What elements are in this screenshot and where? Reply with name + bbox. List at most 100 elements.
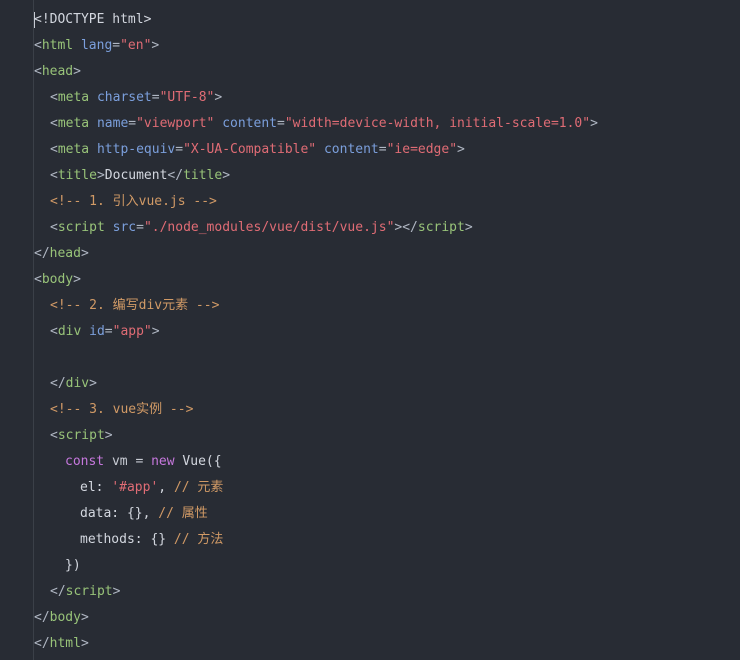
code-token-str: "width=device-width, initial-scale=1.0" <box>284 116 591 131</box>
code-token-comment: // 属性 <box>158 506 208 521</box>
code-token-punc: < <box>50 324 58 339</box>
code-token-punc: > <box>464 220 473 235</box>
code-line[interactable]: <!-- 1. 引入vue.js --> <box>0 189 740 215</box>
code-line[interactable]: </html> <box>0 631 740 657</box>
code-token-attr: id <box>89 324 105 339</box>
code-token-tag: title <box>183 168 223 183</box>
code-token-punc: = <box>136 220 144 235</box>
code-token-punc: > <box>214 90 223 105</box>
code-line[interactable]: const vm = new Vue({ <box>0 449 740 475</box>
code-token-str: "app" <box>112 324 152 339</box>
code-token-punc: > <box>104 428 113 443</box>
code-token-punc: </ <box>34 610 50 625</box>
code-token-attr: charset <box>96 90 152 105</box>
code-token-punc: < <box>50 142 58 157</box>
code-token-tag: div <box>65 376 90 391</box>
code-token-punc: = <box>104 324 113 339</box>
code-token-punc: = <box>175 142 184 157</box>
code-token-punc: < <box>50 428 58 443</box>
code-token-punc: = <box>112 38 121 53</box>
code-token-punc: > <box>151 38 160 53</box>
code-token-punc: = <box>277 116 285 131</box>
code-token-punc: < <box>50 116 58 131</box>
code-line[interactable]: <!-- 2. 编写div元素 --> <box>0 293 740 319</box>
code-token-punc: </ <box>50 584 66 599</box>
code-line[interactable]: </div> <box>0 371 740 397</box>
code-token-op: = <box>127 454 152 469</box>
code-editor[interactable]: <!DOCTYPE html> <html lang="en"> <head> <me… <box>0 0 740 660</box>
code-token-punc: > <box>222 168 231 183</box>
code-token-text: <!DOCTYPE html> <box>34 12 152 27</box>
code-line[interactable]: <title>Document</title> <box>0 163 740 189</box>
code-line[interactable] <box>0 345 740 371</box>
code-line[interactable]: methods: {} // 方法 <box>0 527 740 553</box>
code-line[interactable]: <html lang="en"> <box>0 33 740 59</box>
code-token-key: new <box>151 454 175 469</box>
code-token-punc: > <box>151 324 160 339</box>
code-token-punc: > <box>73 64 81 79</box>
code-line[interactable]: <!DOCTYPE html> <box>0 7 740 33</box>
code-token-key: const <box>65 454 105 469</box>
code-token-tag: head <box>49 246 81 261</box>
code-token-tag: meta <box>57 116 90 131</box>
code-token-punc: </ <box>167 168 184 183</box>
code-token-text: methods: {} <box>80 532 174 547</box>
code-token-str: "en" <box>120 38 152 53</box>
code-line[interactable]: <!-- 3. vue实例 --> <box>0 397 740 423</box>
code-line[interactable]: <body> <box>0 267 740 293</box>
code-token-comment: // 元素 <box>173 480 224 495</box>
code-token-text: Vue({ <box>182 454 222 469</box>
code-token-str: '#app' <box>111 480 159 495</box>
code-line[interactable]: el: '#app', // 元素 <box>0 475 740 501</box>
code-line[interactable]: <script src="./node_modules/vue/dist/vue… <box>0 215 740 241</box>
code-token-tag: body <box>41 272 74 287</box>
code-token-str: "ie=edge" <box>386 142 458 157</box>
code-token-tag: script <box>65 584 113 599</box>
code-token-tag: head <box>41 64 74 79</box>
code-line[interactable]: <meta charset="UTF-8"> <box>0 85 740 111</box>
code-line[interactable]: <div id="app"> <box>0 319 740 345</box>
code-token-tag: script <box>57 220 105 235</box>
code-token-tag: script <box>57 428 105 443</box>
code-line[interactable]: </head> <box>0 241 740 267</box>
code-token-punc: = <box>151 90 160 105</box>
code-token-punc: = <box>128 116 137 131</box>
code-token-punc: > <box>457 142 465 157</box>
code-line[interactable]: <meta name="viewport" content="width=dev… <box>0 111 740 137</box>
code-line[interactable]: }) <box>0 553 740 579</box>
code-token-punc: < <box>34 38 42 53</box>
code-token-comment: <!-- 1. 引入vue.js --> <box>50 194 217 209</box>
code-token-attr: name <box>96 116 129 131</box>
code-token-attr: src <box>112 220 137 235</box>
code-token-punc: </ <box>402 220 418 235</box>
code-token-comment: // 方法 <box>173 532 224 547</box>
code-token-punc: = <box>378 142 387 157</box>
code-token-tag: script <box>417 220 465 235</box>
code-token-punc: > <box>80 636 89 651</box>
code-token-str: "viewport" <box>136 116 215 131</box>
code-line[interactable]: data: {}, // 属性 <box>0 501 740 527</box>
code-line[interactable]: <script> <box>0 423 740 449</box>
code-token-comment: <!-- 2. 编写div元素 --> <box>50 298 220 313</box>
code-token-punc: > <box>80 246 89 261</box>
code-token-tag: html <box>49 636 81 651</box>
code-line[interactable]: </script> <box>0 579 740 605</box>
code-token-str: "X-UA-Compatible" <box>183 142 317 157</box>
code-token-punc: </ <box>34 636 50 651</box>
code-token-text: data: {}, <box>80 506 159 521</box>
code-line[interactable]: </body> <box>0 605 740 631</box>
code-token-punc: < <box>50 220 58 235</box>
code-line[interactable]: <meta http-equiv="X-UA-Compatible" conte… <box>0 137 740 163</box>
code-token-text: Document <box>104 168 168 183</box>
code-token-punc: > <box>590 116 598 131</box>
code-token-punc: </ <box>50 376 66 391</box>
code-line[interactable]: <head> <box>0 59 740 85</box>
code-token-var: vm <box>111 454 128 469</box>
code-token-attr: content <box>323 142 379 157</box>
code-token-punc: </ <box>34 246 50 261</box>
code-token-tag: body <box>49 610 81 625</box>
